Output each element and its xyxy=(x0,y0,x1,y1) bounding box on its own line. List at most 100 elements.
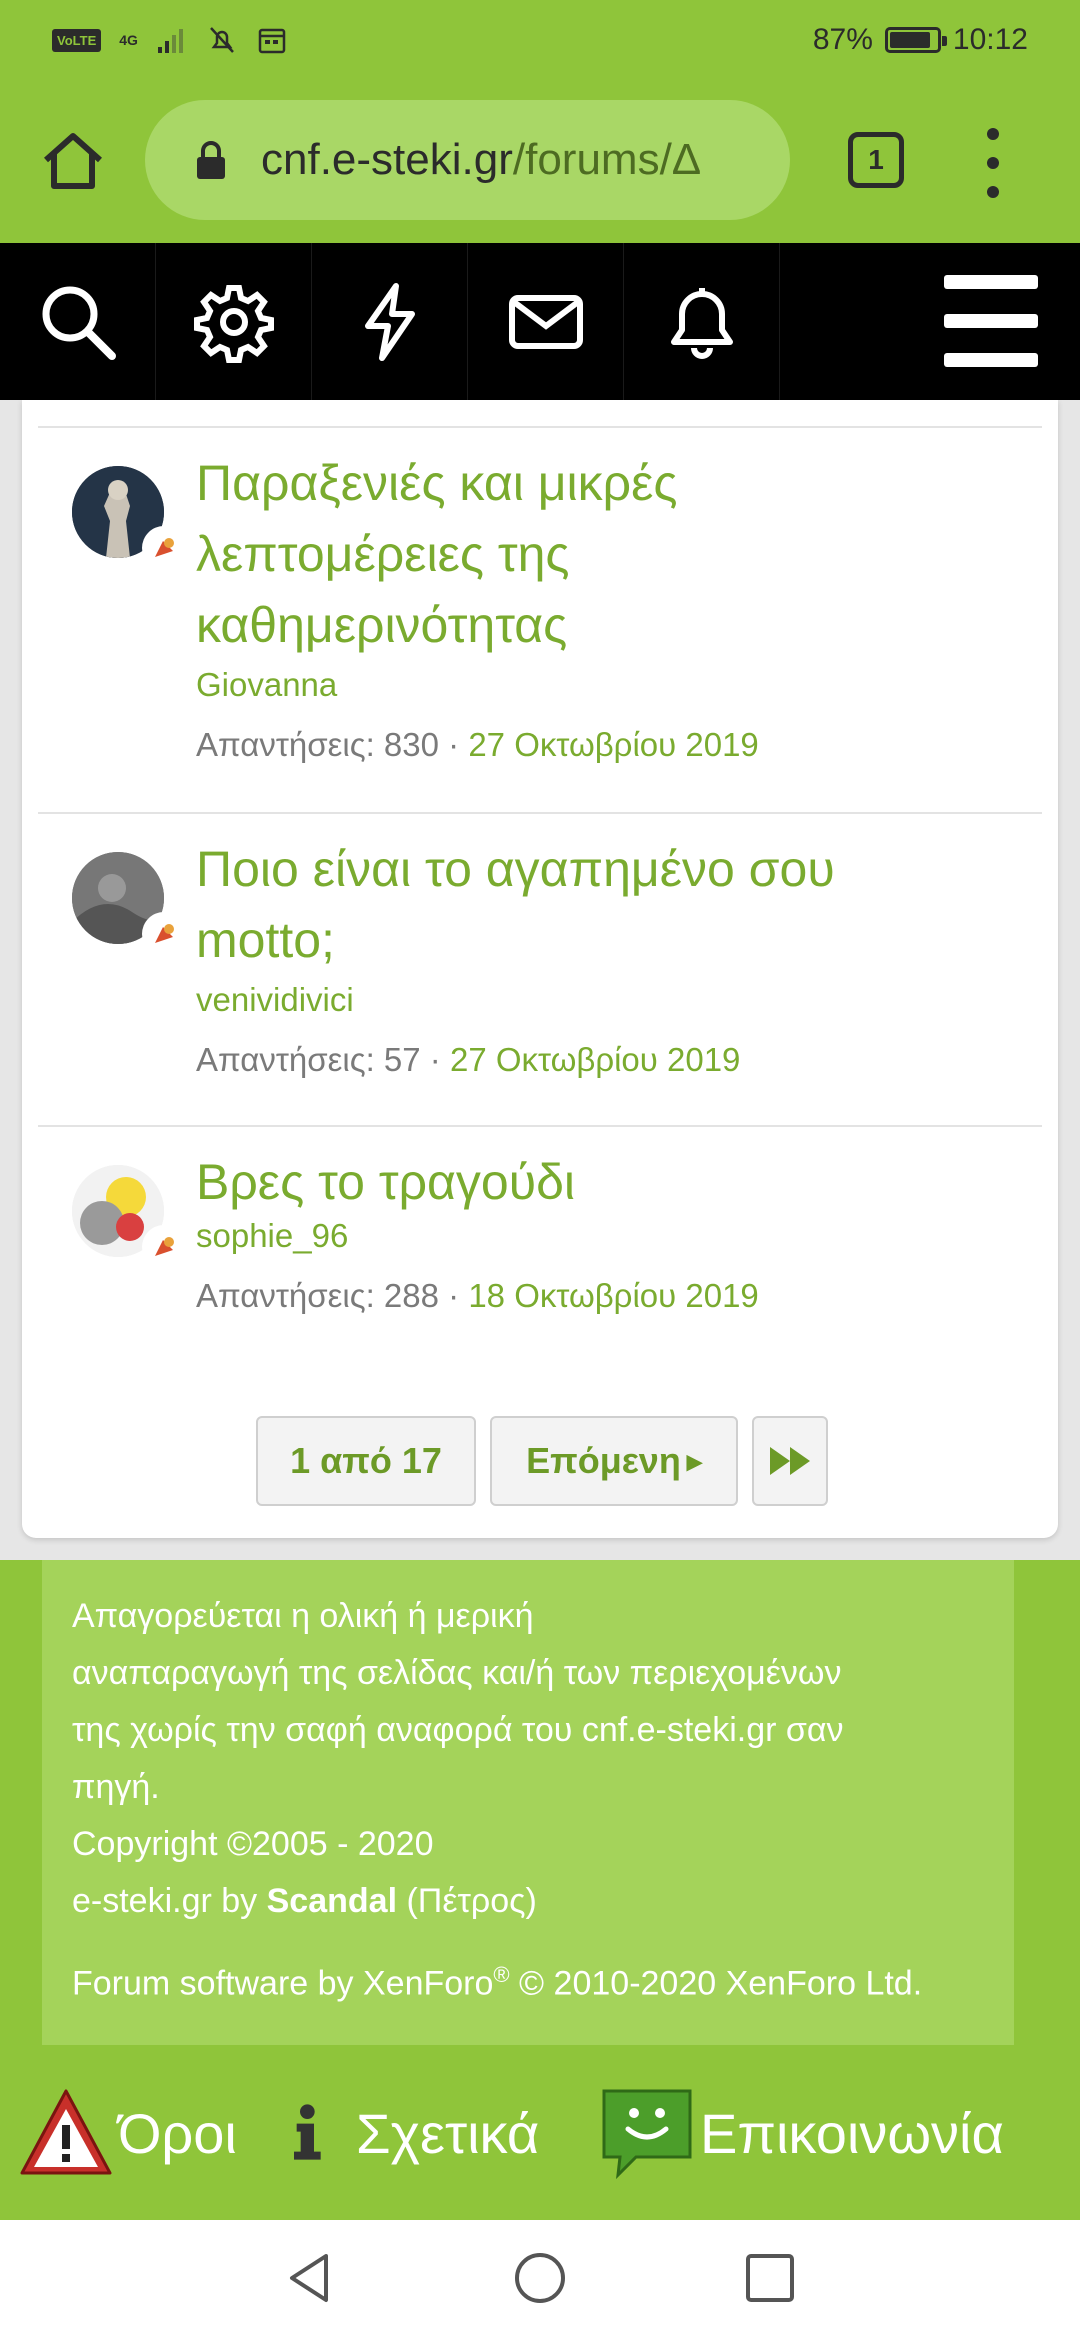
thread-author-link[interactable]: venividivici xyxy=(196,978,1042,1022)
gear-icon xyxy=(193,284,274,363)
url-domain: cnf.e-steki.gr xyxy=(261,135,513,184)
thread-title-link[interactable]: Παραξενιές και μικρές λεπτομέρειες της κ… xyxy=(196,448,1042,661)
thread-author-link[interactable]: Giovanna xyxy=(196,663,1042,707)
reply-count: Απαντήσεις: 57 · xyxy=(196,1041,450,1078)
contact-label: Επικοινωνία xyxy=(700,2101,1004,2165)
thread-meta: Απαντήσεις: 57 · 27 Οκτωβρίου 2019 xyxy=(196,1038,1042,1082)
thread-title-line: Παραξενιές και μικρές xyxy=(196,455,678,511)
hamburger-icon[interactable] xyxy=(944,275,1038,367)
clock: 10:12 xyxy=(952,23,1028,56)
about-link[interactable]: Σχετικά xyxy=(282,2087,539,2179)
reply-count: Απαντήσεις: 288 · xyxy=(196,1277,469,1314)
footer-copyright: Copyright ©2005 - 2020 xyxy=(72,1825,434,1863)
footer-links-bar: Όροι Σχετικά Επικοινωνία xyxy=(0,2045,1080,2220)
footer-by-suffix: (Πέτρος) xyxy=(397,1882,537,1920)
thread-row: Βρες το τραγούδι sophie_96 Απαντήσεις: 2… xyxy=(38,1125,1042,1365)
battery-icon xyxy=(884,27,947,53)
network-type-label: 4G xyxy=(119,32,138,48)
home-nav-icon[interactable] xyxy=(512,2250,568,2306)
footer-notice-line: της χωρίς την σαφή αναφορά του cnf.e-ste… xyxy=(72,1711,844,1749)
thread-author-link[interactable]: sophie_96 xyxy=(196,1214,1042,1258)
dot xyxy=(987,128,999,140)
url-path: /forums/Δ xyxy=(512,135,702,184)
next-page-label: Επόμενη xyxy=(526,1440,681,1481)
signal-icon xyxy=(157,29,183,53)
url-text: cnf.e-steki.gr/forums/Δ xyxy=(261,135,701,185)
nav-whats-new-button[interactable] xyxy=(312,243,468,400)
footer: Απαγορεύεται η ολική ή μερική αναπαραγωγ… xyxy=(0,1560,1080,2045)
next-arrow-icon: ▸ xyxy=(686,1444,702,1478)
last-post-date-link[interactable]: 27 Οκτωβρίου 2019 xyxy=(450,1041,740,1078)
footer-software-link[interactable]: Forum software by XenForo® © 2010-2020 X… xyxy=(72,1946,984,2012)
about-label: Σχετικά xyxy=(356,2101,540,2165)
footer-by-prefix: e-steki.gr by xyxy=(72,1882,267,1920)
dot xyxy=(987,157,999,169)
volte-chip: VoLTE xyxy=(52,28,102,52)
nav-settings-button[interactable] xyxy=(156,243,312,400)
page-indicator: 1 από 17 xyxy=(290,1440,442,1481)
hamburger-line xyxy=(944,275,1038,289)
footer-notice-line: πηγή. xyxy=(72,1768,160,1806)
search-icon xyxy=(42,286,116,360)
last-post-date-link[interactable]: 18 Οκτωβρίου 2019 xyxy=(468,1277,758,1314)
more-vert-icon[interactable] xyxy=(985,128,1001,198)
thread-meta: Απαντήσεις: 830 · 27 Οκτωβρίου 2019 xyxy=(196,723,1042,767)
system-navigation-bar xyxy=(0,2220,1080,2340)
browser-toolbar: cnf.e-steki.gr/forums/Δ 1 xyxy=(0,80,1080,243)
status-bar: VoLTE 4G 87% 10:12 xyxy=(0,0,1080,80)
status-left: VoLTE 4G xyxy=(52,25,288,55)
bell-icon xyxy=(670,287,733,359)
contact-link[interactable]: Επικοινωνία xyxy=(594,2087,1004,2179)
next-page-button[interactable]: Επόμενη ▸ xyxy=(490,1416,738,1506)
battery-percent: 87% xyxy=(812,23,873,56)
page-jump-button[interactable]: 1 από 17 xyxy=(256,1416,476,1506)
thread-meta: Απαντήσεις: 288 · 18 Οκτωβρίου 2019 xyxy=(196,1274,1042,1318)
footer-by-line: e-steki.gr by Scandal (Πέτρος) xyxy=(72,1873,984,1930)
nav-search-button[interactable] xyxy=(0,243,156,400)
warning-icon xyxy=(20,2089,112,2175)
footer-notice-line: αναπαραγωγή της σελίδας και/ή των περιεχ… xyxy=(72,1654,842,1692)
dot xyxy=(987,186,999,198)
tab-switcher-button[interactable]: 1 xyxy=(848,132,904,188)
lightning-icon xyxy=(364,282,415,361)
fast-forward-icon xyxy=(770,1447,810,1475)
home-icon[interactable] xyxy=(40,128,106,194)
forum-navbar xyxy=(0,243,1080,400)
footer-copyright-block: Απαγορεύεται η ολική ή μερική αναπαραγωγ… xyxy=(42,1560,1014,2045)
thread-title-line: motto; xyxy=(196,912,335,968)
tab-count: 1 xyxy=(868,144,884,175)
lock-icon xyxy=(197,141,225,179)
thread-list: Παραξενιές και μικρές λεπτομέρειες της κ… xyxy=(38,426,1042,1365)
thread-list-card: Παραξενιές και μικρές λεπτομέρειες της κ… xyxy=(22,400,1058,1538)
hamburger-line xyxy=(944,353,1038,367)
registered-mark: ® xyxy=(493,1962,510,1987)
notifications-muted-icon xyxy=(210,27,234,53)
thread-title-line: λεπτομέρειες της xyxy=(196,526,570,582)
nav-messages-button[interactable] xyxy=(468,243,624,400)
nav-alerts-button[interactable] xyxy=(624,243,780,400)
thread-title-line: Βρες το τραγούδι xyxy=(196,1154,576,1210)
footer-by-name: Scandal xyxy=(266,1882,398,1920)
chat-icon xyxy=(602,2089,692,2179)
address-bar[interactable]: cnf.e-steki.gr/forums/Δ xyxy=(145,100,790,220)
terms-link[interactable]: Όροι xyxy=(18,2087,237,2179)
last-post-date-link[interactable]: 27 Οκτωβρίου 2019 xyxy=(468,726,758,763)
thread-row: Ποιο είναι το αγαπημένο σου motto; veniv… xyxy=(38,812,1042,1125)
software-prefix: Forum software by XenForo xyxy=(72,1964,494,2003)
status-right: 87% 10:12 xyxy=(813,23,1028,57)
last-page-button[interactable] xyxy=(752,1416,828,1506)
terms-label: Όροι xyxy=(118,2101,237,2165)
thread-title-link[interactable]: Ποιο είναι το αγαπημένο σου motto; xyxy=(196,834,1042,976)
battery-fill xyxy=(889,32,930,48)
thread-row: Παραξενιές και μικρές λεπτομέρειες της κ… xyxy=(38,426,1042,812)
pagination: 1 από 17 Επόμενη ▸ xyxy=(22,1416,1058,1508)
recents-icon[interactable] xyxy=(742,2250,798,2306)
software-suffix: © 2010-2020 XenForo Ltd. xyxy=(509,1964,923,2003)
thread-title-link[interactable]: Βρες το τραγούδι xyxy=(196,1147,1042,1218)
footer-notice-line: Απαγορεύεται η ολική ή μερική xyxy=(72,1597,534,1635)
back-icon[interactable] xyxy=(282,2250,338,2306)
info-icon xyxy=(294,2104,321,2160)
thread-title-line: Ποιο είναι το αγαπημένο σου xyxy=(196,841,835,897)
hamburger-line xyxy=(944,314,1038,328)
envelope-icon xyxy=(508,294,583,349)
